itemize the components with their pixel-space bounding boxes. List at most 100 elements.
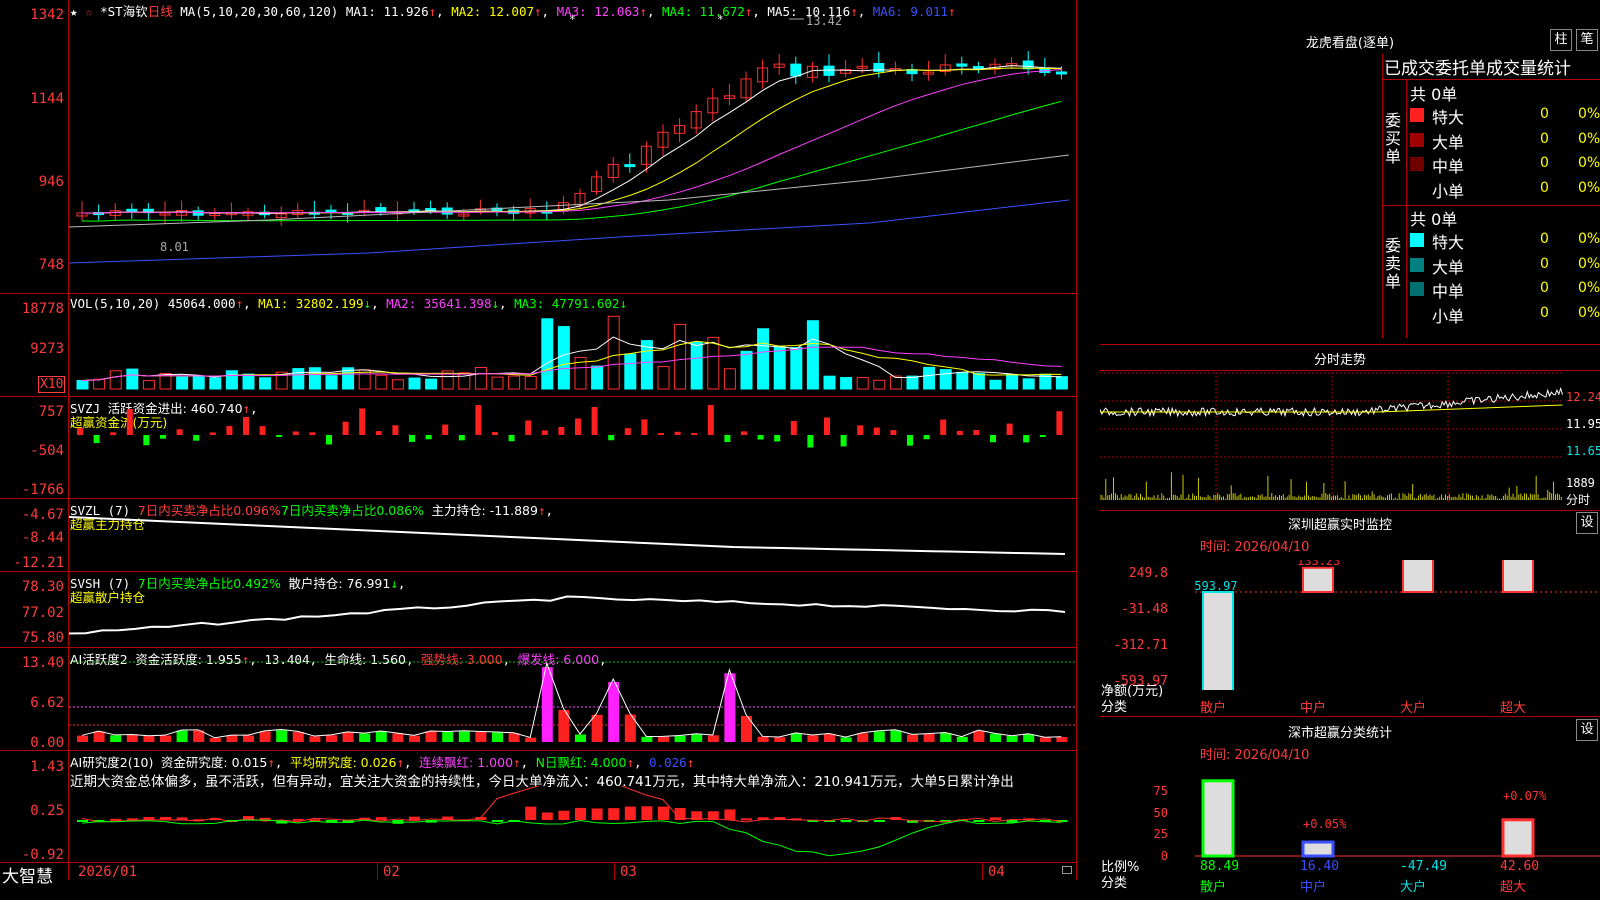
stat-axis-4: 0	[1160, 849, 1168, 863]
activity-bar	[774, 737, 786, 742]
research-bar	[591, 808, 603, 820]
activity-bar	[475, 732, 487, 742]
main-holding-chart[interactable]	[69, 505, 1075, 569]
volume-bar	[425, 378, 438, 390]
activity-bar	[126, 734, 138, 742]
monitor-bar	[1502, 560, 1534, 593]
order-stats-tab[interactable]: 已成交委托单成交量统计	[1384, 54, 1571, 79]
money-flow-chart[interactable]	[69, 405, 1075, 495]
sell-total: 共 0单	[1410, 210, 1458, 229]
ai-research-chart[interactable]	[69, 786, 1075, 862]
ai-activity-chart[interactable]	[69, 652, 1075, 748]
order-count: 0	[1540, 255, 1549, 272]
intraday-title: 分时走势	[1313, 353, 1366, 368]
activity-bar	[1023, 734, 1035, 742]
flow-bar	[209, 432, 216, 435]
x-axis-label-4: 04	[988, 864, 1005, 880]
flow-bar	[110, 432, 117, 435]
flow-bar	[890, 430, 897, 435]
svsh-axis-2: 77.02	[21, 605, 64, 621]
activity-bar	[641, 736, 653, 742]
main-holding-line	[69, 516, 1066, 555]
svzl-axis-2: -8.44	[21, 530, 64, 546]
flow-bar	[658, 433, 664, 435]
flow-bar	[608, 435, 615, 441]
activity-bar	[691, 734, 703, 742]
candle-body	[325, 209, 337, 213]
vol-scale-badge[interactable]: X10	[38, 376, 66, 393]
activity-bar	[77, 735, 88, 742]
buy-order-row: 大单 0 0%	[1410, 128, 1600, 152]
activity-bar	[757, 736, 769, 742]
flow-bar	[492, 432, 498, 435]
stat-time: 时间: 2026/04/10	[1200, 748, 1310, 763]
intraday-axis-1: 12.24	[1566, 390, 1600, 404]
color-swatch	[1410, 282, 1424, 296]
intraday-axis-2: 11.95	[1566, 417, 1600, 431]
stat-value-3: -47.49	[1400, 859, 1447, 874]
flow-bar	[790, 421, 797, 435]
x-axis-label-2: 02	[383, 864, 400, 880]
volume-bar	[1022, 378, 1035, 390]
volume-chart[interactable]	[69, 305, 1075, 391]
order-size-label: 小单	[1432, 306, 1465, 326]
stat-settings-button[interactable]: 设	[1576, 719, 1598, 741]
buy-orders-label: 委买单	[1385, 111, 1402, 166]
volume-bar	[292, 368, 305, 390]
order-count: 0	[1540, 130, 1549, 147]
flow-bar	[292, 431, 299, 435]
ai2-axis-1: 1.43	[30, 759, 64, 775]
ma5-line	[69, 154, 1070, 228]
volume-bar	[242, 373, 255, 390]
flow-bar	[873, 427, 880, 435]
research-bar	[990, 817, 1001, 820]
flow-bar	[1056, 411, 1063, 435]
flow-bar	[973, 430, 980, 435]
activity-bar	[973, 730, 985, 742]
stat-xlabel: 分类	[1101, 876, 1128, 891]
volume-bar	[657, 366, 670, 390]
lock-icon[interactable]	[1062, 866, 1072, 874]
flow-bar	[176, 429, 183, 435]
buy-total: 共 0单	[1410, 85, 1458, 104]
bar-mode-button[interactable]: 柱	[1550, 29, 1572, 51]
stat-bar	[1301, 840, 1335, 858]
order-size-label: 特大	[1432, 233, 1465, 252]
monitor-bar-chart[interactable]: -593.97133.23249.8210.94	[1195, 560, 1600, 690]
stat-cat-2: 中户	[1300, 880, 1327, 895]
stat-bar-chart[interactable]: -0.21% +0.05% +0.07%	[1195, 762, 1600, 860]
tick-mode-button[interactable]: 笔	[1576, 29, 1598, 51]
activity-bar	[658, 736, 669, 742]
order-percent: 0%	[1578, 280, 1600, 296]
activity-bar	[790, 733, 802, 742]
flow-bar	[143, 435, 150, 446]
volume-bar	[806, 320, 819, 390]
volume-bar	[474, 366, 487, 390]
ai2-axis-2: 0.25	[30, 803, 64, 819]
research-bar	[492, 820, 503, 822]
color-swatch	[1410, 108, 1424, 122]
volume-bar	[707, 336, 720, 390]
color-swatch	[1410, 132, 1424, 147]
flow-bar	[824, 417, 830, 435]
research-bar	[840, 820, 852, 823]
activity-bar	[425, 731, 437, 742]
monitor-settings-button[interactable]: 设	[1576, 512, 1598, 534]
flow-bar	[1023, 435, 1030, 443]
candlestick-chart[interactable]: * *	[69, 15, 1075, 280]
volume-bar	[142, 380, 155, 390]
flow-bar	[458, 435, 465, 441]
activity-bar	[940, 732, 952, 742]
volume-bar	[541, 318, 554, 390]
candle-body	[823, 65, 835, 76]
activity-bar	[375, 731, 387, 742]
volume-bar	[491, 376, 504, 390]
activity-bar	[890, 730, 902, 742]
monitor-cat-4: 超大	[1500, 701, 1527, 716]
retail-holding-chart[interactable]	[69, 578, 1075, 644]
intraday-chart[interactable]	[1100, 372, 1564, 506]
volume-bar	[408, 377, 421, 390]
activity-bar	[276, 730, 288, 742]
order-size-label: 中单	[1432, 157, 1465, 176]
x-axis-label-3: 03	[620, 864, 637, 880]
